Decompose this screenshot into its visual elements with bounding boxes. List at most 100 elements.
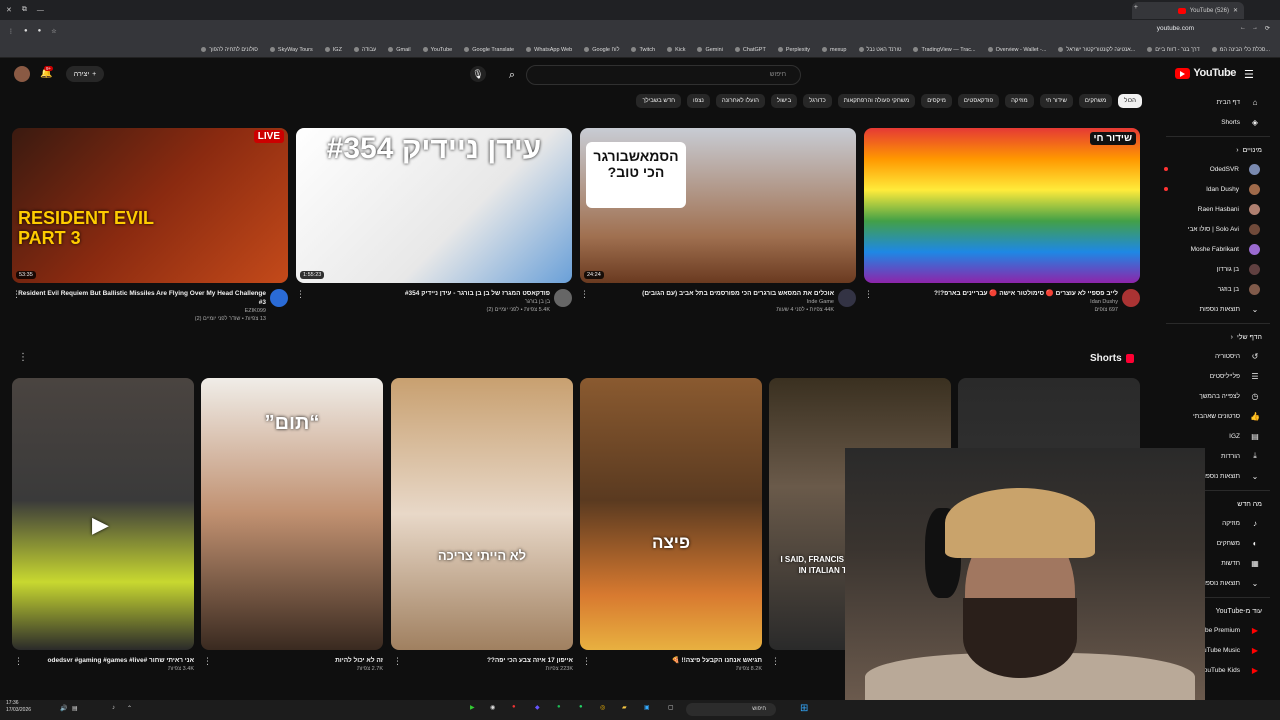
bookmark-item[interactable]: Google Translate <box>464 47 514 53</box>
browser-tab[interactable]: ✕ (526) YouTube <box>1132 2 1244 19</box>
short-title[interactable]: תגיאש אנחנו הקבעל פיצה!! 🍕 <box>580 656 762 665</box>
more-options-icon[interactable]: ⋮ <box>296 289 305 300</box>
bookmark-item[interactable]: דרך בנר - דווח ביים <box>1147 47 1200 53</box>
sidebar-subscription[interactable]: OdedSVR <box>1156 159 1280 179</box>
bookmark-item[interactable]: TradingView — Trac... <box>913 47 976 53</box>
more-options-icon[interactable]: ⋮ <box>12 289 21 300</box>
bookmark-item[interactable]: סכלת כלי הבינה המ... <box>1211 47 1270 53</box>
short-title[interactable]: אייפון 17 איזה צבע הכי יפה?? <box>391 656 573 665</box>
channel-name[interactable]: בן בן בורגר <box>296 298 550 306</box>
sidebar-subscription[interactable]: Moshe Fabrikant <box>1156 239 1280 259</box>
spotify-icon[interactable]: ● <box>557 704 561 710</box>
volume-icon[interactable]: 🔊 <box>60 705 67 712</box>
bookmark-item[interactable]: YouTube <box>422 47 452 53</box>
sidebar-subscription[interactable]: בן גורדון <box>1156 259 1280 279</box>
filter-chip[interactable]: הועלו לאחרונה <box>715 94 765 108</box>
bookmark-item[interactable]: עבודה <box>353 47 376 53</box>
more-options-icon[interactable]: ⋮ <box>771 656 780 667</box>
short-thumbnail[interactable]: ▶ <box>12 378 194 650</box>
bookmark-item[interactable]: Perplexity <box>777 47 810 53</box>
close-window-icon[interactable]: ✕ <box>6 6 12 14</box>
filter-chip[interactable]: חדש בשבילך <box>636 94 682 108</box>
more-options-icon[interactable]: ⋮ <box>14 656 23 667</box>
play-icon[interactable]: ▶ <box>92 512 109 538</box>
bookmark-item[interactable]: אנטיגה לקונטוריקטור ישראל... <box>1058 47 1135 53</box>
bookmark-item[interactable]: סולונים לתחיה להפוך <box>201 47 258 53</box>
restore-window-icon[interactable]: ⧉ <box>22 6 27 14</box>
bookmark-item[interactable]: Kick <box>667 47 685 53</box>
sidebar-subscription[interactable]: Solo Avi | סולו אבי <box>1156 219 1280 239</box>
create-button[interactable]: יצירה + <box>66 66 104 82</box>
sidebar-subscription[interactable]: Idan Dushy <box>1156 179 1280 199</box>
bookmark-item[interactable]: WhatsApp Web <box>526 47 572 53</box>
youtube-logo[interactable]: YouTube <box>1175 67 1236 79</box>
filter-chip[interactable]: משחקי פעולה והרפתקאות <box>837 94 916 108</box>
video-thumbnail[interactable]: שידור חי <box>864 128 1140 283</box>
video-title[interactable]: אוכלים את המסאש בורגרים הכי מפורסמים בתל… <box>580 289 834 298</box>
filter-chip[interactable]: שידור חי <box>1039 94 1073 108</box>
app-icon[interactable]: ▣ <box>644 704 650 711</box>
short-thumbnail[interactable]: ”תום“ <box>201 378 383 650</box>
sidebar-item[interactable]: ◷ לצפייה בהמשך <box>1156 386 1280 406</box>
channel-name[interactable]: EZIK099 <box>12 307 266 315</box>
extension-icon[interactable]: ● <box>24 28 28 34</box>
chrome-icon[interactable]: ◎ <box>600 704 605 711</box>
video-thumbnail[interactable]: עידן ניידיק #354 1:55:23 <box>296 128 572 283</box>
new-tab-icon[interactable]: + <box>1134 4 1138 11</box>
discord-icon[interactable]: ◆ <box>535 704 540 711</box>
filter-chip[interactable]: מיקסים <box>921 94 952 108</box>
bookmark-item[interactable]: Gemini <box>697 47 723 53</box>
sidebar-item[interactable]: 👍 סרטונים שאהבתי <box>1156 406 1280 426</box>
bookmark-item[interactable]: IGZ <box>324 47 342 53</box>
shorts-menu-icon[interactable]: ⋮ <box>18 352 28 363</box>
more-options-icon[interactable]: ⋮ <box>393 656 402 667</box>
sidebar-item[interactable]: ▤ IGZ <box>1156 426 1280 446</box>
bookmark-item[interactable]: Gmail <box>388 47 411 53</box>
short-card[interactable]: פיצה תגיאש אנחנו הקבעל פיצה!! 🍕 8.2K צפיות… <box>580 378 762 673</box>
filter-chip[interactable]: בישול <box>770 94 798 108</box>
video-thumbnail[interactable]: הסמאשבורגר הכי טוב? 24:24 <box>580 128 856 283</box>
microphone-icon[interactable]: 🎙 <box>470 66 486 82</box>
filter-chip[interactable]: מוזיקה <box>1005 94 1034 108</box>
more-options-icon[interactable]: ⋮ <box>580 289 589 300</box>
you-heading[interactable]: הדף שלי ‹ <box>1156 328 1280 346</box>
video-title[interactable]: לייב פספיי לא עוצרים 🔴 סימולטור אישה 🔴 ע… <box>864 289 1118 298</box>
short-title[interactable]: זה לא יכול להיות <box>201 656 383 665</box>
video-card[interactable]: RESIDENT EVIL PART 3 53:35 LIVE Resident Ev… <box>12 128 288 333</box>
filter-chip[interactable]: פודקאסטים <box>957 94 1000 108</box>
sidebar-subscription[interactable]: בן בוזגר <box>1156 279 1280 299</box>
short-title[interactable]: אני ראיתי שחור #odedsvr #gaming #games #… <box>12 656 194 665</box>
mic-icon[interactable]: ♪ <box>112 705 115 711</box>
short-card[interactable]: ”תום“ זה לא יכול להיות 2.7K צפיות ⋮ <box>201 378 383 673</box>
filter-chip[interactable]: משחקים <box>1078 94 1113 108</box>
sidebar-subscription[interactable]: Raen Hasbani <box>1156 199 1280 219</box>
bookmark-item[interactable]: Overview - Wallet -... <box>987 47 1046 53</box>
bookmark-item[interactable]: ChatGPT <box>734 47 766 53</box>
avatar[interactable] <box>14 66 30 82</box>
close-tab-icon[interactable]: ✕ <box>1233 7 1238 14</box>
windows-start-icon[interactable]: ⊞ <box>800 703 808 714</box>
sidebar-item-home[interactable]: ⌂ דף הבית <box>1156 92 1280 112</box>
short-card[interactable]: ▶ אני ראיתי שחור #odedsvr #gaming #games … <box>12 378 194 673</box>
show-more-subscriptions[interactable]: ⌄ תוצאות נוספות <box>1156 299 1280 319</box>
menu-dots-icon[interactable]: ⋮ <box>8 28 14 35</box>
more-options-icon[interactable]: ⋮ <box>582 656 591 667</box>
channel-avatar[interactable] <box>270 289 288 307</box>
folder-icon[interactable]: ▰ <box>622 704 627 711</box>
more-options-icon[interactable]: ⋮ <box>203 656 212 667</box>
bookmark-item[interactable]: Google לוח <box>584 47 619 53</box>
app-icon[interactable]: ◉ <box>490 704 495 711</box>
short-card[interactable]: לא הייתי צריכה אייפון 17 איזה צבע הכי יפה… <box>391 378 573 673</box>
reload-icon[interactable]: ⟳ <box>1265 25 1270 32</box>
filter-chip[interactable]: נצפו <box>687 94 710 108</box>
bookmark-star-icon[interactable]: ☆ <box>51 28 56 35</box>
video-title[interactable]: פודקאסט המגרז של בן בן בורגר - עידן נייד… <box>296 289 550 298</box>
clock[interactable]: 17:36 17/03/2026 <box>6 700 31 714</box>
bookmark-item[interactable]: mexup <box>821 47 847 53</box>
taskbar-search[interactable]: חיפוש <box>686 703 776 716</box>
sidebar-item[interactable]: ☰ פלייליסטים <box>1156 366 1280 386</box>
bookmark-item[interactable]: Twitch <box>631 47 655 53</box>
forward-icon[interactable]: → <box>1252 25 1258 31</box>
more-options-icon[interactable]: ⋮ <box>864 289 873 300</box>
app-icon[interactable]: ▶ <box>470 704 475 711</box>
